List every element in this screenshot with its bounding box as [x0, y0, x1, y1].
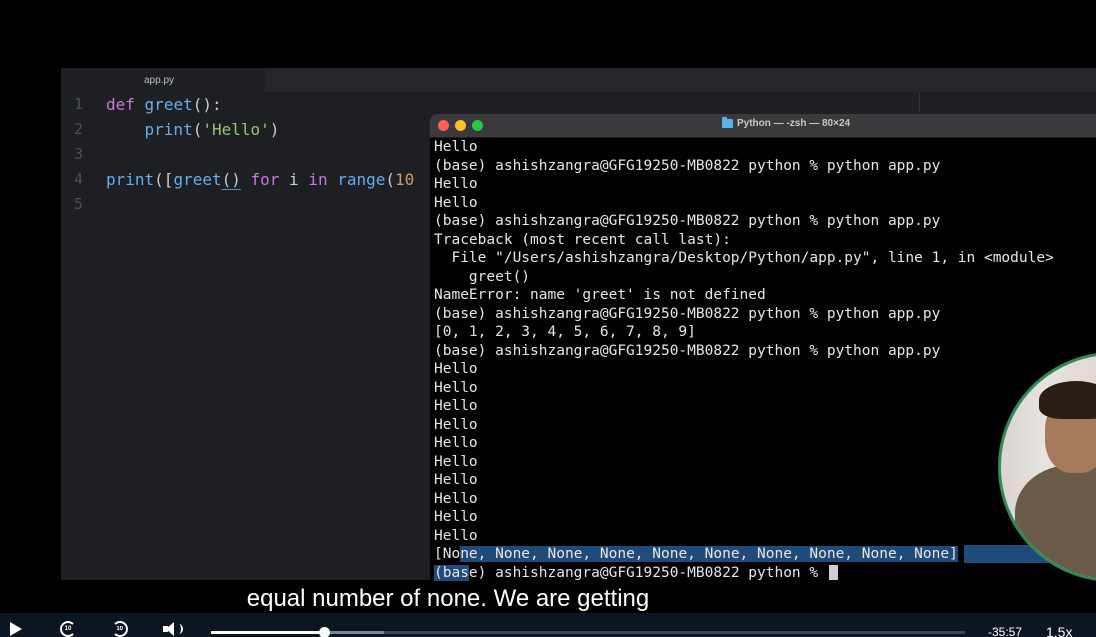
- terminal-line: (base) ashishzangra@GFG19250-MB0822 pyth…: [434, 213, 941, 229]
- result-prefix: [No: [434, 546, 461, 562]
- function-call: print: [144, 120, 193, 139]
- subtitle-caption: equal number of none. We are getting: [246, 585, 650, 612]
- terminal-line: Hello: [434, 139, 478, 155]
- terminal-line: Hello: [434, 435, 478, 451]
- terminal-line: (base) ashishzangra@GFG19250-MB0822 pyth…: [434, 157, 941, 174]
- terminal-line: Hello: [434, 194, 478, 211]
- terminal-line: Hello: [434, 361, 478, 377]
- line-number: 4: [73, 170, 83, 188]
- progress-played: [211, 631, 325, 634]
- function-call: print: [106, 170, 155, 189]
- function-call: range: [337, 170, 386, 189]
- terminal-line: Hello: [434, 416, 478, 433]
- code-line-1: def greet():: [106, 92, 414, 117]
- code-punct: (: [385, 170, 396, 189]
- terminal-line: File "/Users/ashishzangra/Desktop/Python…: [434, 250, 1054, 266]
- variable: i: [279, 170, 309, 189]
- code-area[interactable]: def greet(): print('Hello') print([greet…: [106, 92, 414, 217]
- terminal-line: (base) ashishzangra@GFG19250-MB0822 pyth…: [434, 305, 941, 322]
- minimize-window-button[interactable]: [455, 120, 466, 131]
- terminal-line: [0, 1, 2, 3, 4, 5, 6, 7, 8, 9]: [434, 324, 696, 340]
- terminal-line: Hello: [434, 527, 478, 544]
- terminal-line: Hello: [434, 453, 478, 470]
- code-punct: ([: [154, 170, 174, 189]
- line-number: 2: [73, 120, 83, 138]
- terminal-line: Hello: [434, 472, 478, 488]
- rewind-label: 10: [64, 626, 72, 632]
- line-number: 1: [73, 95, 83, 113]
- terminal-title-text: Python — -zsh — 80×24: [737, 118, 851, 129]
- volume-wave: [175, 624, 183, 634]
- string-literal: 'Hello': [202, 120, 270, 139]
- prompt-text: e) ashishzangra@GFG19250-MB0822 python %: [468, 564, 827, 581]
- forward-label: 10: [116, 626, 124, 632]
- line-number: 3: [73, 145, 83, 163]
- terminal-title: Python — -zsh — 80×24: [722, 117, 851, 129]
- line-number: 5: [73, 195, 83, 213]
- terminal-line: greet(): [434, 268, 531, 285]
- time-remaining: -35:57: [988, 625, 1023, 637]
- rewind-10-icon[interactable]: 10: [60, 621, 76, 637]
- terminal-cursor: [828, 565, 838, 580]
- terminal-output[interactable]: Hello (base) ashishzangra@GFG19250-MB082…: [434, 138, 1054, 582]
- maximize-window-button[interactable]: [472, 120, 483, 131]
- terminal-line: Hello: [434, 490, 478, 507]
- code-line-2: print('Hello'): [106, 117, 414, 142]
- function-call: greet: [173, 170, 222, 189]
- tab-app-py[interactable]: app.py: [61, 68, 265, 92]
- forward-10-icon[interactable]: 10: [112, 621, 128, 637]
- prompt-selected: (bas: [434, 564, 469, 581]
- presenter-body: [1015, 465, 1096, 579]
- volume-icon[interactable]: [163, 622, 183, 636]
- video-controls: 10 10 -35:57 1.5x: [0, 613, 1096, 637]
- code-punct: (): [221, 170, 241, 189]
- number-literal: 10: [395, 170, 415, 189]
- code-punct: ): [269, 120, 280, 139]
- editor-tab-bar: app.py: [61, 68, 1096, 92]
- result-selected: ne, None, None, None, None, None, None, …: [460, 546, 958, 562]
- presenter-hair: [1039, 381, 1096, 419]
- terminal-line: [None, None, None, None, None, None, Non…: [434, 545, 1054, 564]
- terminal-window[interactable]: Python — -zsh — 80×24 Hello (base) ashis…: [430, 114, 1096, 584]
- terminal-line: Hello: [434, 379, 478, 396]
- code-punct: (: [192, 120, 203, 139]
- keyword-in: in: [308, 170, 328, 189]
- terminal-line: Hello: [434, 176, 478, 192]
- progress-scrubber[interactable]: [319, 627, 331, 637]
- keyword-def: def: [106, 95, 135, 114]
- terminal-prompt-line: (base) ashishzangra@GFG19250-MB0822 pyth…: [434, 564, 1054, 583]
- volume-cone: [166, 622, 174, 636]
- terminal-line: Traceback (most recent call last):: [434, 231, 731, 248]
- close-window-button[interactable]: [438, 120, 449, 131]
- function-name: greet: [144, 95, 193, 114]
- terminal-line: (base) ashishzangra@GFG19250-MB0822 pyth…: [434, 342, 941, 359]
- video-frame: app.py 1 2 3 4 5 def greet(): print('Hel…: [0, 0, 1096, 637]
- play-icon[interactable]: [10, 622, 22, 636]
- code-punct: ():: [192, 95, 222, 114]
- playback-speed-button[interactable]: 1.5x: [1046, 624, 1072, 637]
- code-line-4: print([greet() for i in range(10: [106, 167, 414, 192]
- terminal-titlebar[interactable]: Python — -zsh — 80×24: [430, 114, 1096, 138]
- terminal-line: NameError: name 'greet' is not defined: [434, 287, 766, 303]
- editor-split-divider: [919, 92, 920, 112]
- keyword-for: for: [250, 170, 280, 189]
- terminal-line: Hello: [434, 509, 478, 525]
- folder-icon: [722, 117, 733, 128]
- terminal-line: Hello: [434, 398, 478, 414]
- progress-bar[interactable]: [211, 627, 965, 637]
- line-number-gutter: 1 2 3 4 5: [61, 92, 97, 217]
